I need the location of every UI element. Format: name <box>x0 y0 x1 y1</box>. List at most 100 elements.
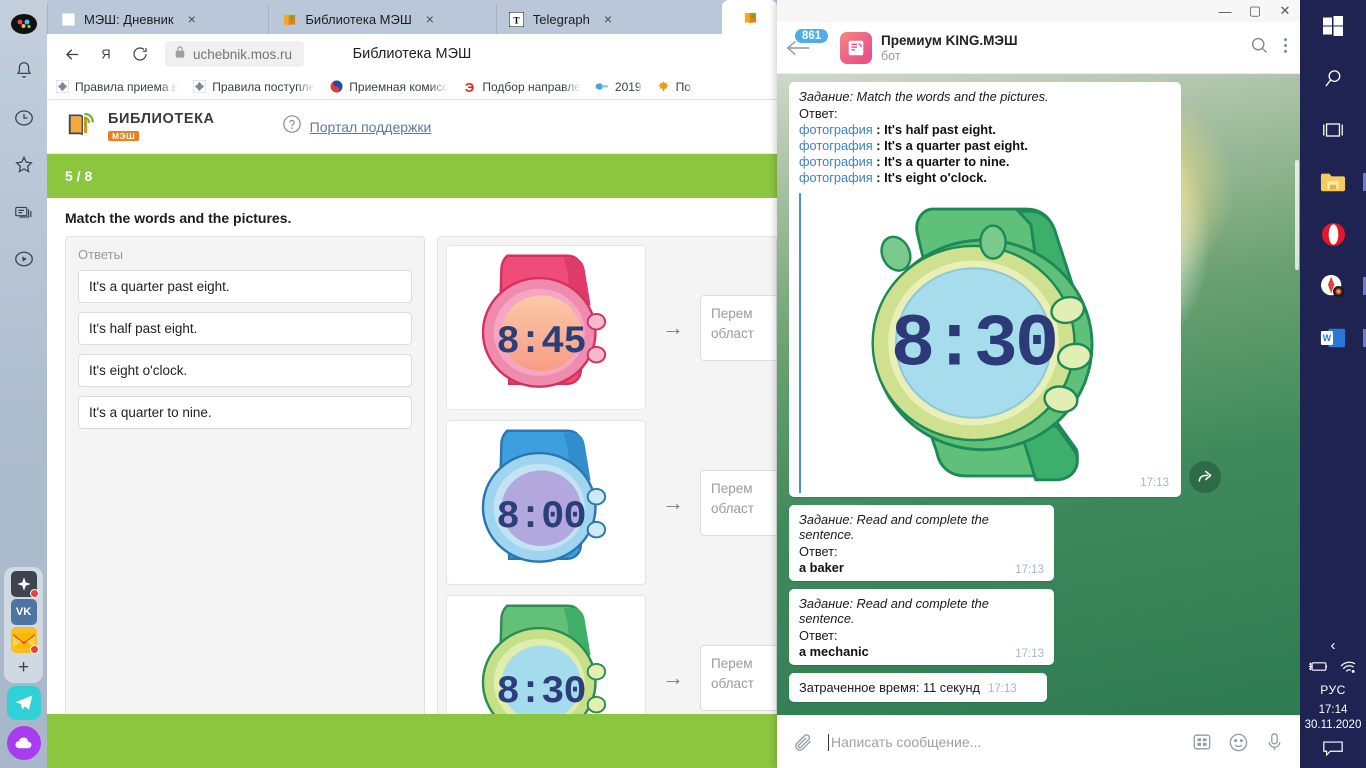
message-bubble[interactable]: Задание: Read and complete the sentence.… <box>789 505 1054 581</box>
drop-zone[interactable]: Перем област <box>700 294 776 361</box>
bookmark-item[interactable]: Правила приема в <box>55 79 178 94</box>
bell-icon[interactable] <box>0 47 47 94</box>
bookmark-label: Правила приема в <box>75 79 179 94</box>
progress-bar: 5 / 8 <box>47 154 777 198</box>
diamond-icon[interactable] <box>10 571 39 598</box>
wifi-icon[interactable] <box>1339 660 1358 677</box>
answer-option[interactable]: It's a quarter past eight. <box>78 270 412 303</box>
folder-icon[interactable] <box>1300 156 1366 208</box>
word-w-icon[interactable]: W <box>1300 312 1366 364</box>
blue-digital-watch[interactable]: 8:00 <box>446 420 646 585</box>
site-logo[interactable]: БИБЛИОТЕКА МЭШ <box>65 107 215 146</box>
clock-icon[interactable] <box>0 94 47 141</box>
message-answer-label: Ответ: <box>799 544 838 559</box>
message-bubble[interactable]: Задание: Read and complete the sentence.… <box>789 589 1054 665</box>
more-vertical-icon[interactable] <box>1283 36 1288 60</box>
bookmark-item[interactable]: Приемная комисс <box>329 79 448 94</box>
battery-charging-icon[interactable] <box>1308 660 1330 676</box>
bot-keyboard-icon[interactable] <box>1192 732 1212 752</box>
minimize-button[interactable]: — <box>1210 0 1240 22</box>
yandex-browser-icon[interactable] <box>1300 260 1366 312</box>
blank-page-icon <box>60 11 76 27</box>
paperclip-icon[interactable] <box>793 732 814 753</box>
pair-row: 8:45 → Перем област <box>446 245 776 410</box>
photo-link[interactable]: фотография <box>799 138 873 153</box>
message-input[interactable]: Написать сообщение... <box>828 733 1178 751</box>
clock-date: 30.11.2020 <box>1304 719 1362 732</box>
windows-logo-icon[interactable] <box>1300 0 1366 52</box>
message-bubble[interactable]: Задание: Match the words and the picture… <box>789 82 1221 497</box>
bookmark-item[interactable]: По <box>656 79 691 94</box>
message-scrollbar[interactable] <box>1295 160 1299 270</box>
bookmark-item[interactable]: Правила поступле <box>192 79 315 94</box>
close-icon[interactable]: × <box>604 11 612 27</box>
message-time: 17:13 <box>1140 477 1169 489</box>
pink-digital-watch[interactable]: 8:45 <box>446 245 646 410</box>
cloud-icon[interactable] <box>6 726 41 760</box>
search-icon[interactable] <box>1250 36 1269 60</box>
clock[interactable]: 17:14 30.11.2020 <box>1305 703 1362 734</box>
answer-text: It's a quarter past eight. <box>884 138 1028 153</box>
close-icon[interactable]: × <box>188 11 196 27</box>
cards-icon[interactable] <box>0 188 47 235</box>
address-bar[interactable]: uchebnik.mos.ru <box>165 41 305 67</box>
king-mesh-bot-avatar[interactable] <box>840 31 872 64</box>
support-portal-link[interactable]: Портал поддержки <box>282 114 431 139</box>
badge-dot <box>29 645 39 654</box>
telegram-chat-header: 861 Премиум KING.МЭШ бот <box>777 22 1300 74</box>
back-arrow-icon[interactable] <box>57 39 87 69</box>
reload-icon[interactable] <box>125 39 155 69</box>
drop-zone[interactable]: Перем област <box>700 469 776 536</box>
bookmark-item[interactable]: Э Подбор направле <box>462 79 581 94</box>
message-time: 17:13 <box>1015 564 1044 576</box>
green-digital-watch-photo[interactable]: 8:30 <box>807 193 1179 493</box>
browser-tab-1[interactable]: МЭШ: Дневник × <box>47 4 268 34</box>
forward-arrow-icon[interactable] <box>1189 461 1221 493</box>
clock-time: 17:14 <box>1318 703 1348 716</box>
photo-link[interactable]: фотография <box>799 154 873 169</box>
yandex-ya-icon[interactable]: Я <box>91 39 121 69</box>
close-button[interactable]: ✕ <box>1270 0 1300 22</box>
answer-option[interactable]: It's half past eight. <box>78 312 412 345</box>
speech-bubble-icon[interactable] <box>1322 740 1344 760</box>
profile-avatar[interactable] <box>0 0 47 47</box>
telegram-titlebar: — ▢ ✕ <box>777 0 1300 22</box>
message-time: 17:13 <box>988 683 1017 695</box>
search-icon[interactable] <box>1300 52 1366 104</box>
svg-text:8:30: 8:30 <box>497 669 586 713</box>
telegram-message-list[interactable]: Задание: Match the words and the picture… <box>777 74 1300 715</box>
microphone-icon[interactable] <box>1265 732 1284 752</box>
photo-link[interactable]: фотография <box>799 122 873 137</box>
task-view-icon[interactable] <box>1300 104 1366 156</box>
vk-icon[interactable]: VK <box>10 599 37 625</box>
sep: : <box>872 170 885 185</box>
back-arrow-icon[interactable]: 861 <box>785 28 831 65</box>
star-icon[interactable] <box>0 141 47 188</box>
bookmark-label: 2019 <box>614 79 642 94</box>
maximize-button[interactable]: ▢ <box>1240 0 1270 22</box>
photo-link[interactable]: фотография <box>799 170 873 185</box>
language-indicator[interactable]: РУС <box>1320 683 1346 697</box>
pair-row: 8:00 → Перем област <box>446 420 776 585</box>
drop-zone[interactable]: Перем област <box>700 644 776 711</box>
answers-panel: Ответы It's a quarter past eight. It's h… <box>65 236 425 768</box>
smiley-icon[interactable] <box>1228 732 1249 753</box>
plus-icon[interactable]: + <box>11 655 37 681</box>
browser-tab-2[interactable]: Библиотека МЭШ × <box>268 4 495 34</box>
telegram-icon[interactable] <box>6 686 41 720</box>
tray-chevron-icon[interactable]: ‹ <box>1330 637 1335 654</box>
close-icon[interactable]: × <box>426 11 434 27</box>
opera-o-icon[interactable] <box>1300 208 1366 260</box>
play-circle-icon[interactable] <box>0 235 47 282</box>
envelope-icon[interactable] <box>10 627 39 654</box>
open-book-icon <box>65 107 99 146</box>
pair-arrow: → <box>662 314 684 340</box>
bookmark-item[interactable]: 2019 <box>595 79 642 94</box>
answer-option[interactable]: It's eight o'clock. <box>78 354 412 387</box>
message-question: Задание: Read and complete the sentence. <box>799 512 989 542</box>
message-bubble[interactable]: Затраченное время: 11 секунд 17:13 <box>789 673 1047 702</box>
browser-tab-3[interactable]: T Telegraph × <box>495 4 722 34</box>
browser-tab-4-active[interactable] <box>722 0 777 34</box>
task-title: Match the words and the pictures. <box>65 210 292 226</box>
answer-option[interactable]: It's a quarter to nine. <box>78 396 412 429</box>
